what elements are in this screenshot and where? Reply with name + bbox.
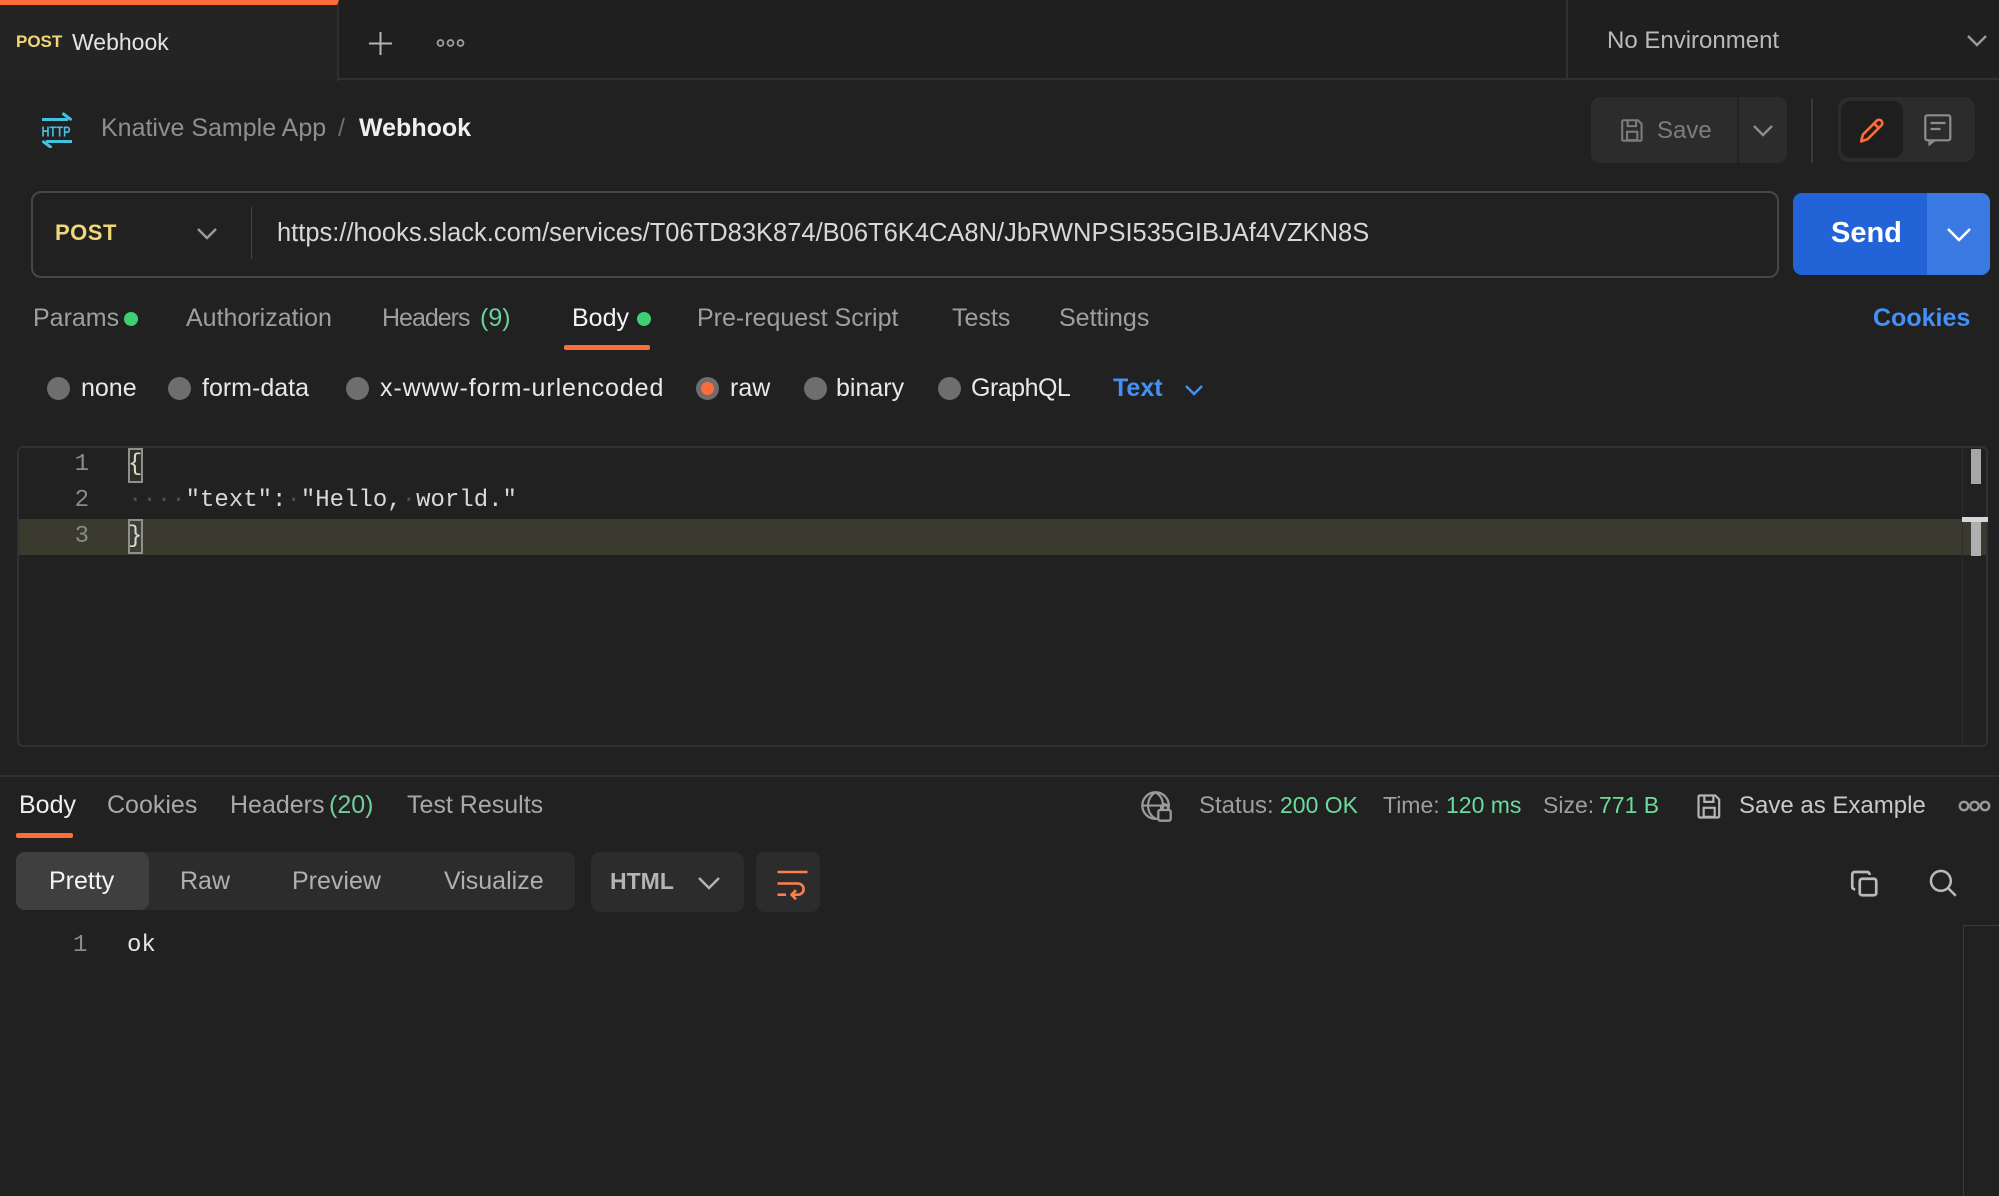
svg-text:HTTP: HTTP [42, 125, 71, 141]
